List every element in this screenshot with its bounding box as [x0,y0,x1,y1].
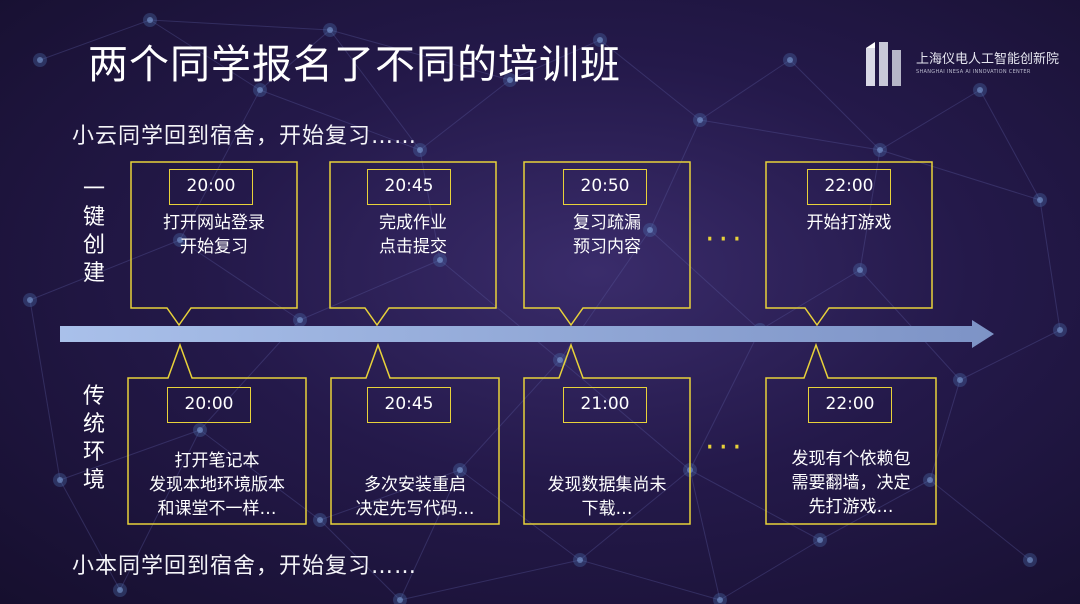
event-line: 多次安装重启 [364,475,466,495]
top-label-char: 键 [82,205,105,230]
top-side-label: 一 键 创 建 [79,176,109,288]
network-node-core [1027,557,1033,563]
event-description: 打开笔记本 发现本地环境版本 和课堂不一样… [127,449,307,521]
event-description: 复习疏漏 预习内容 [523,211,691,259]
bottom-side-label: 传 统 环 境 [79,383,109,495]
network-line [929,479,1031,561]
event-line: 和课堂不一样… [157,499,277,519]
event-line: 开始复习 [180,237,248,257]
network-node-core [147,17,153,23]
network-line [719,539,821,601]
event-line: 发现有个依赖包 [791,449,911,469]
top-label-char: 创 [82,233,105,258]
network-node-core [397,597,403,603]
network-node-core [817,537,823,543]
network-node-core [577,557,583,563]
logo-name: 上海仪电人工智能创新院 [916,52,1060,67]
bottom-event-2: 20:45 多次安装重启 决定先写代码… [330,343,500,525]
bottom-ellipsis: ··· [705,430,746,465]
network-node-core [877,147,883,153]
event-line: 打开网站登录 [163,213,265,233]
network-line [699,119,881,151]
network-node-core [317,517,323,523]
network-line [689,469,721,601]
network-node-core [417,147,423,153]
event-time: 21:00 [563,387,647,423]
event-time: 20:45 [367,169,451,205]
page-title: 两个同学报名了不同的培训班 [88,42,621,88]
event-time: 20:00 [169,169,253,205]
bottom-label-char: 境 [82,468,105,493]
network-node-core [1057,327,1063,333]
network-node-core [57,477,63,483]
top-label-char: 建 [82,261,105,286]
network-line [419,79,511,151]
top-event-3: 20:50 复习疏漏 预习内容 [523,161,691,327]
event-line: 打开笔记本 [174,451,260,471]
event-description: 多次安装重启 决定先写代码… [330,473,500,521]
event-time: 20:45 [367,387,451,423]
event-description: 开始打游戏 [765,211,933,235]
event-line: 发现本地环境版本 [149,475,285,495]
network-node-core [717,597,723,603]
bottom-label-char: 统 [82,412,105,437]
event-time: 20:50 [563,169,647,205]
event-description: 打开网站登录 开始复习 [130,211,298,259]
event-time: 20:00 [167,387,251,423]
bottom-intro-text: 小本同学回到宿舍，开始复习…… [72,554,418,579]
network-line [149,19,331,31]
network-node-core [117,587,123,593]
event-description: 发现有个依赖包 需要翻墙，决定 先打游戏… [765,447,937,519]
top-label-char: 一 [82,177,105,202]
bottom-event-3: 21:00 发现数据集尚未 下载… [523,343,691,525]
top-event-1: 20:00 打开网站登录 开始复习 [130,161,298,327]
logo: 上海仪电人工智能创新院 SHANGHAI INESA AI INNOVATION… [860,38,1060,94]
network-line [699,59,791,121]
bottom-event-1: 20:00 打开笔记本 发现本地环境版本 和课堂不一样… [127,343,307,525]
network-line [29,299,61,481]
network-line [1039,199,1061,331]
event-time: 22:00 [807,169,891,205]
event-line: 下载… [581,499,633,519]
network-line [879,89,981,151]
bottom-label-char: 传 [82,384,105,409]
event-line: 点击提交 [379,237,447,257]
logo-icon [866,42,901,86]
event-line: 先打游戏… [808,497,894,517]
network-node-core [27,297,33,303]
logo-subtitle: SHANGHAI INESA AI INNOVATION CENTER [916,69,1031,75]
event-line: 需要翻墙，决定 [791,473,911,493]
top-ellipsis: ··· [705,222,746,257]
network-node-core [37,57,43,63]
network-node-core [957,377,963,383]
event-line: 完成作业 [379,213,447,233]
network-node-core [1037,197,1043,203]
event-line: 预习内容 [573,237,641,257]
top-intro-text: 小云同学回到宿舍，开始复习…… [72,124,418,149]
event-line: 开始打游戏 [806,213,892,233]
top-event-4: 22:00 开始打游戏 [765,161,933,327]
network-node-core [787,57,793,63]
network-line [399,559,581,601]
top-event-2: 20:45 完成作业 点击提交 [329,161,497,327]
network-node-core [697,117,703,123]
event-description: 完成作业 点击提交 [329,211,497,259]
network-line [579,559,721,601]
event-description: 发现数据集尚未 下载… [523,473,691,521]
event-line: 复习疏漏 [573,213,641,233]
event-time: 22:00 [808,387,892,423]
event-line: 决定先写代码… [355,499,475,519]
bottom-label-char: 环 [82,440,105,465]
bottom-event-4: 22:00 发现有个依赖包 需要翻墙，决定 先打游戏… [765,343,937,525]
network-line [979,89,1041,201]
event-line: 发现数据集尚未 [547,475,667,495]
